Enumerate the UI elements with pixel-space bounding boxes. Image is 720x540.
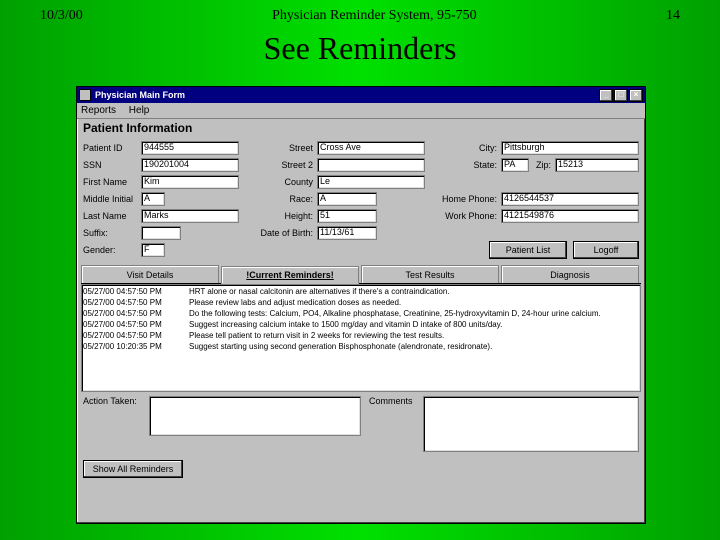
label-last-name: Last Name xyxy=(83,211,141,221)
label-city: City: xyxy=(437,143,501,153)
patient-form: Patient ID944555 SSN190201004 First Name… xyxy=(77,137,645,263)
reminder-row[interactable]: 05/27/00 04:57:50 PMHRT alone or nasal c… xyxy=(83,286,639,297)
label-dob: Date of Birth: xyxy=(251,228,317,238)
reminder-text: Do the following tests: Calcium, PO4, Al… xyxy=(189,308,639,319)
field-state[interactable]: PA xyxy=(501,158,529,172)
label-gender: Gender: xyxy=(83,245,141,255)
tab-diagnosis[interactable]: Diagnosis xyxy=(501,265,639,283)
menubar: Reports Help xyxy=(77,103,645,119)
titlebar[interactable]: Physician Main Form _ □ × xyxy=(77,87,645,103)
section-title: Patient Information xyxy=(77,119,645,137)
tab-test-results[interactable]: Test Results xyxy=(361,265,499,283)
maximize-button[interactable]: □ xyxy=(614,89,628,102)
field-city[interactable]: Pittsburgh xyxy=(501,141,639,155)
app-icon xyxy=(79,89,91,101)
field-middle-initial[interactable]: A xyxy=(141,192,165,206)
field-zip[interactable]: 15213 xyxy=(555,158,639,172)
close-button[interactable]: × xyxy=(629,89,643,102)
label-height: Height: xyxy=(251,211,317,221)
tab-current-reminders[interactable]: !Current Reminders! xyxy=(221,266,359,284)
label-ssn: SSN xyxy=(83,160,141,170)
label-home-phone: Home Phone: xyxy=(437,194,501,204)
field-comments[interactable] xyxy=(423,396,639,452)
app-window: Physician Main Form _ □ × Reports Help P… xyxy=(76,86,646,524)
reminder-row[interactable]: 05/27/00 04:57:50 PMDo the following tes… xyxy=(83,308,639,319)
label-first-name: First Name xyxy=(83,177,141,187)
field-ssn[interactable]: 190201004 xyxy=(141,158,239,172)
label-middle-initial: Middle Initial xyxy=(83,194,141,204)
field-dob[interactable]: 11/13/61 xyxy=(317,226,377,240)
field-race[interactable]: A xyxy=(317,192,377,206)
slide-page: 14 xyxy=(666,8,680,24)
reminder-list[interactable]: 05/27/00 04:57:50 PMHRT alone or nasal c… xyxy=(81,284,641,392)
reminder-text: Please review labs and adjust medication… xyxy=(189,297,639,308)
field-county[interactable]: Le xyxy=(317,175,425,189)
reminder-text: Please tell patient to return visit in 2… xyxy=(189,330,639,341)
label-comments: Comments xyxy=(369,396,423,452)
reminder-text: Suggest increasing calcium intake to 150… xyxy=(189,319,639,330)
label-state: State: xyxy=(437,160,501,170)
reminder-timestamp: 05/27/00 04:57:50 PM xyxy=(83,319,189,330)
reminder-text: Suggest starting using second generation… xyxy=(189,341,639,352)
reminder-row[interactable]: 05/27/00 04:57:50 PMSuggest increasing c… xyxy=(83,319,639,330)
reminder-timestamp: 05/27/00 10:20:35 PM xyxy=(83,341,189,352)
reminder-row[interactable]: 05/27/00 04:57:50 PMPlease review labs a… xyxy=(83,297,639,308)
label-zip: Zip: xyxy=(529,160,555,170)
reminder-row[interactable]: 05/27/00 04:57:50 PMPlease tell patient … xyxy=(83,330,639,341)
label-work-phone: Work Phone: xyxy=(437,211,501,221)
tab-bar: Visit Details !Current Reminders! Test R… xyxy=(81,265,641,284)
reminder-timestamp: 05/27/00 04:57:50 PM xyxy=(83,297,189,308)
label-street: Street xyxy=(251,143,317,153)
reminder-row[interactable]: 05/27/00 10:20:35 PMSuggest starting usi… xyxy=(83,341,639,352)
label-action-taken: Action Taken: xyxy=(83,396,149,452)
label-suffix: Suffix: xyxy=(83,228,141,238)
field-work-phone[interactable]: 4121549876 xyxy=(501,209,639,223)
window-title: Physician Main Form xyxy=(95,90,185,100)
patient-list-button[interactable]: Patient List xyxy=(489,241,567,259)
field-gender[interactable]: F xyxy=(141,243,165,257)
reminder-timestamp: 05/27/00 04:57:50 PM xyxy=(83,330,189,341)
minimize-button[interactable]: _ xyxy=(599,89,613,102)
field-last-name[interactable]: Marks xyxy=(141,209,239,223)
reminder-timestamp: 05/27/00 04:57:50 PM xyxy=(83,286,189,297)
logoff-button[interactable]: Logoff xyxy=(573,241,639,259)
label-patient-id: Patient ID xyxy=(83,143,141,153)
field-height[interactable]: 51 xyxy=(317,209,377,223)
reminder-timestamp: 05/27/00 04:57:50 PM xyxy=(83,308,189,319)
menu-help[interactable]: Help xyxy=(129,105,150,116)
slide-date: 10/3/00 xyxy=(40,8,83,24)
field-home-phone[interactable]: 4126544537 xyxy=(501,192,639,206)
menu-reports[interactable]: Reports xyxy=(81,105,116,116)
field-action-taken[interactable] xyxy=(149,396,361,436)
field-street2[interactable] xyxy=(317,158,425,172)
label-county: County xyxy=(251,177,317,187)
show-all-reminders-button[interactable]: Show All Reminders xyxy=(83,460,183,478)
tab-visit-details[interactable]: Visit Details xyxy=(81,265,219,283)
slide-header: Physician Reminder System, 95-750 xyxy=(272,8,477,24)
field-suffix[interactable] xyxy=(141,226,181,240)
label-street2: Street 2 xyxy=(251,160,317,170)
label-race: Race: xyxy=(251,194,317,204)
reminder-text: HRT alone or nasal calcitonin are altern… xyxy=(189,286,639,297)
field-first-name[interactable]: Kim xyxy=(141,175,239,189)
field-street[interactable]: Cross Ave xyxy=(317,141,425,155)
field-patient-id[interactable]: 944555 xyxy=(141,141,239,155)
slide-title: See Reminders xyxy=(0,30,720,67)
